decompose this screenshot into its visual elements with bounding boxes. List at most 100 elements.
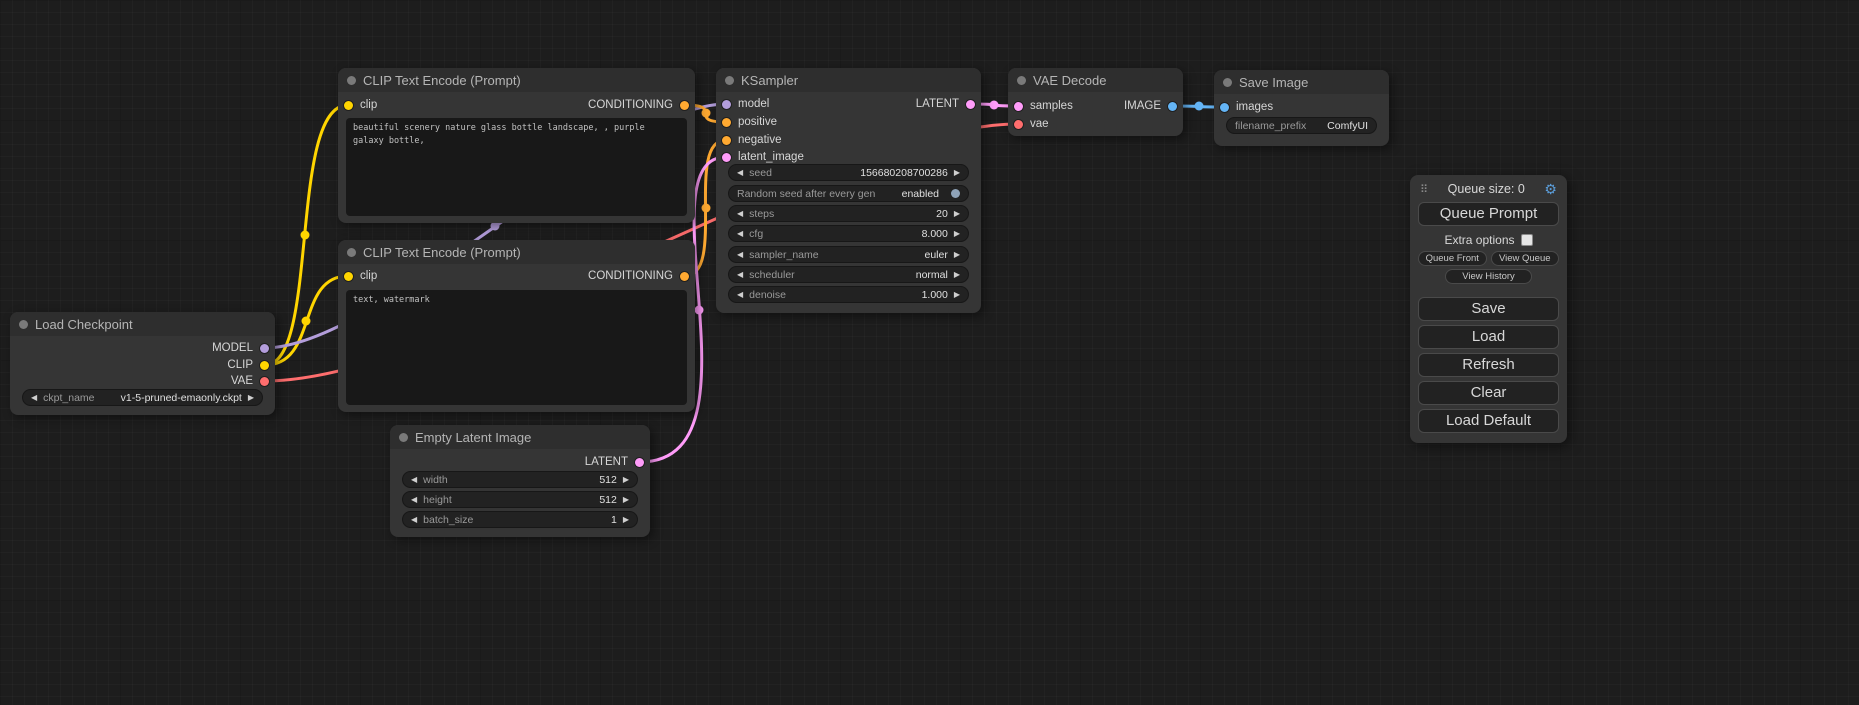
output-slot-latent[interactable]: LATENT (916, 96, 975, 112)
latent-input-dot[interactable] (722, 153, 731, 162)
increment-arrow-icon[interactable]: ▶ (623, 516, 629, 524)
vae-input-dot[interactable] (1014, 120, 1023, 129)
refresh-button[interactable]: Refresh (1418, 353, 1559, 377)
batch-size-widget[interactable]: ◀ batch_size 1 ▶ (402, 511, 638, 528)
conditioning-input-dot[interactable] (722, 136, 731, 145)
input-slot-clip[interactable]: clip (344, 97, 377, 113)
load-button[interactable]: Load (1418, 325, 1559, 349)
decrement-arrow-icon[interactable]: ◀ (411, 516, 417, 524)
node-title-bar[interactable]: CLIP Text Encode (Prompt) (338, 240, 695, 264)
output-slot-vae[interactable]: VAE (231, 373, 269, 389)
clip-output-dot[interactable] (260, 361, 269, 370)
model-input-dot[interactable] (722, 100, 731, 109)
node-load-checkpoint[interactable]: Load Checkpoint MODEL CLIP VAE ◀ ckpt_na… (10, 312, 275, 415)
decrement-arrow-icon[interactable]: ◀ (737, 210, 743, 218)
node-title-bar[interactable]: Save Image (1214, 70, 1389, 94)
node-ksampler[interactable]: KSampler model positive negative latent_… (716, 68, 981, 313)
load-default-button[interactable]: Load Default (1418, 409, 1559, 433)
input-slot-model[interactable]: model (722, 96, 769, 112)
decrement-arrow-icon[interactable]: ◀ (737, 169, 743, 177)
input-slot-positive[interactable]: positive (722, 114, 777, 130)
increment-arrow-icon[interactable]: ▶ (954, 271, 960, 279)
save-button[interactable]: Save (1418, 297, 1559, 321)
node-title-bar[interactable]: VAE Decode (1008, 68, 1183, 92)
height-widget[interactable]: ◀ height 512 ▶ (402, 491, 638, 508)
decrement-arrow-icon[interactable]: ◀ (411, 496, 417, 504)
decrement-arrow-icon[interactable]: ◀ (737, 291, 743, 299)
latent-output-dot[interactable] (635, 458, 644, 467)
conditioning-output-dot[interactable] (680, 101, 689, 110)
cfg-widget[interactable]: ◀ cfg 8.000 ▶ (728, 225, 969, 242)
view-queue-button[interactable]: View Queue (1491, 251, 1560, 266)
node-title-bar[interactable]: CLIP Text Encode (Prompt) (338, 68, 695, 92)
output-slot-model[interactable]: MODEL (212, 340, 269, 356)
decrement-arrow-icon[interactable]: ◀ (411, 476, 417, 484)
increment-arrow-icon[interactable]: ▶ (954, 251, 960, 259)
collapse-dot-icon[interactable] (399, 433, 408, 442)
collapse-dot-icon[interactable] (725, 76, 734, 85)
clip-input-dot[interactable] (344, 272, 353, 281)
denoise-widget[interactable]: ◀ denoise 1.000 ▶ (728, 286, 969, 303)
output-slot-image[interactable]: IMAGE (1124, 98, 1177, 114)
node-title-bar[interactable]: Empty Latent Image (390, 425, 650, 449)
queue-prompt-button[interactable]: Queue Prompt (1418, 202, 1559, 226)
image-output-dot[interactable] (1168, 102, 1177, 111)
settings-gear-icon[interactable]: ⚙ (1544, 182, 1557, 196)
decrement-arrow-icon[interactable]: ◀ (737, 251, 743, 259)
increment-arrow-icon[interactable]: ▶ (954, 291, 960, 299)
view-history-button[interactable]: View History (1445, 269, 1532, 284)
node-graph-canvas[interactable]: Load Checkpoint MODEL CLIP VAE ◀ ckpt_na… (0, 0, 1859, 705)
vae-output-dot[interactable] (260, 377, 269, 386)
conditioning-output-dot[interactable] (680, 272, 689, 281)
decrement-arrow-icon[interactable]: ◀ (737, 271, 743, 279)
filename-prefix-widget[interactable]: filename_prefix ComfyUI (1226, 117, 1377, 134)
increment-arrow-icon[interactable]: ▶ (954, 230, 960, 238)
width-widget[interactable]: ◀ width 512 ▶ (402, 471, 638, 488)
input-slot-clip[interactable]: clip (344, 268, 377, 284)
clear-button[interactable]: Clear (1418, 381, 1559, 405)
seed-control-widget[interactable]: Random seed after every gen enabled (728, 185, 969, 202)
increment-arrow-icon[interactable]: ▶ (623, 476, 629, 484)
node-title-bar[interactable]: KSampler (716, 68, 981, 92)
node-clip-text-encode-negative[interactable]: CLIP Text Encode (Prompt) clip CONDITION… (338, 240, 695, 412)
collapse-dot-icon[interactable] (1223, 78, 1232, 87)
input-slot-samples[interactable]: samples (1014, 98, 1073, 114)
input-slot-negative[interactable]: negative (722, 132, 781, 148)
increment-arrow-icon[interactable]: ▶ (954, 210, 960, 218)
model-output-dot[interactable] (260, 344, 269, 353)
sampler-name-widget[interactable]: ◀ sampler_name euler ▶ (728, 246, 969, 263)
collapse-dot-icon[interactable] (347, 248, 356, 257)
latent-output-dot[interactable] (966, 100, 975, 109)
input-slot-vae[interactable]: vae (1014, 116, 1049, 132)
node-empty-latent-image[interactable]: Empty Latent Image LATENT ◀ width 512 ▶ … (390, 425, 650, 537)
collapse-dot-icon[interactable] (19, 320, 28, 329)
input-slot-latent-image[interactable]: latent_image (722, 149, 804, 165)
clip-input-dot[interactable] (344, 101, 353, 110)
node-save-image[interactable]: Save Image images filename_prefix ComfyU… (1214, 70, 1389, 146)
steps-widget[interactable]: ◀ steps 20 ▶ (728, 205, 969, 222)
image-input-dot[interactable] (1220, 103, 1229, 112)
node-title-bar[interactable]: Load Checkpoint (10, 312, 275, 336)
decrement-arrow-icon[interactable]: ◀ (31, 394, 37, 402)
collapse-dot-icon[interactable] (1017, 76, 1026, 85)
seed-widget[interactable]: ◀ seed 156680208700286 ▶ (728, 164, 969, 181)
queue-front-button[interactable]: Queue Front (1418, 251, 1487, 266)
increment-arrow-icon[interactable]: ▶ (623, 496, 629, 504)
node-vae-decode[interactable]: VAE Decode samples vae IMAGE (1008, 68, 1183, 136)
node-clip-text-encode-positive[interactable]: CLIP Text Encode (Prompt) clip CONDITION… (338, 68, 695, 223)
increment-arrow-icon[interactable]: ▶ (954, 169, 960, 177)
output-slot-clip[interactable]: CLIP (227, 357, 269, 373)
increment-arrow-icon[interactable]: ▶ (248, 394, 254, 402)
collapse-dot-icon[interactable] (347, 76, 356, 85)
prompt-textarea[interactable]: beautiful scenery nature glass bottle la… (346, 118, 687, 216)
prompt-textarea[interactable]: text, watermark (346, 290, 687, 405)
ckpt-name-widget[interactable]: ◀ ckpt_name v1-5-pruned-emaonly.ckpt ▶ (22, 389, 263, 406)
output-slot-conditioning[interactable]: CONDITIONING (588, 97, 689, 113)
extra-options-checkbox[interactable] (1521, 234, 1533, 246)
output-slot-latent[interactable]: LATENT (585, 454, 644, 470)
output-slot-conditioning[interactable]: CONDITIONING (588, 268, 689, 284)
toggle-dot-icon[interactable] (951, 189, 960, 198)
drag-handle-icon[interactable]: ⠿ (1420, 183, 1428, 196)
conditioning-input-dot[interactable] (722, 118, 731, 127)
latent-input-dot[interactable] (1014, 102, 1023, 111)
